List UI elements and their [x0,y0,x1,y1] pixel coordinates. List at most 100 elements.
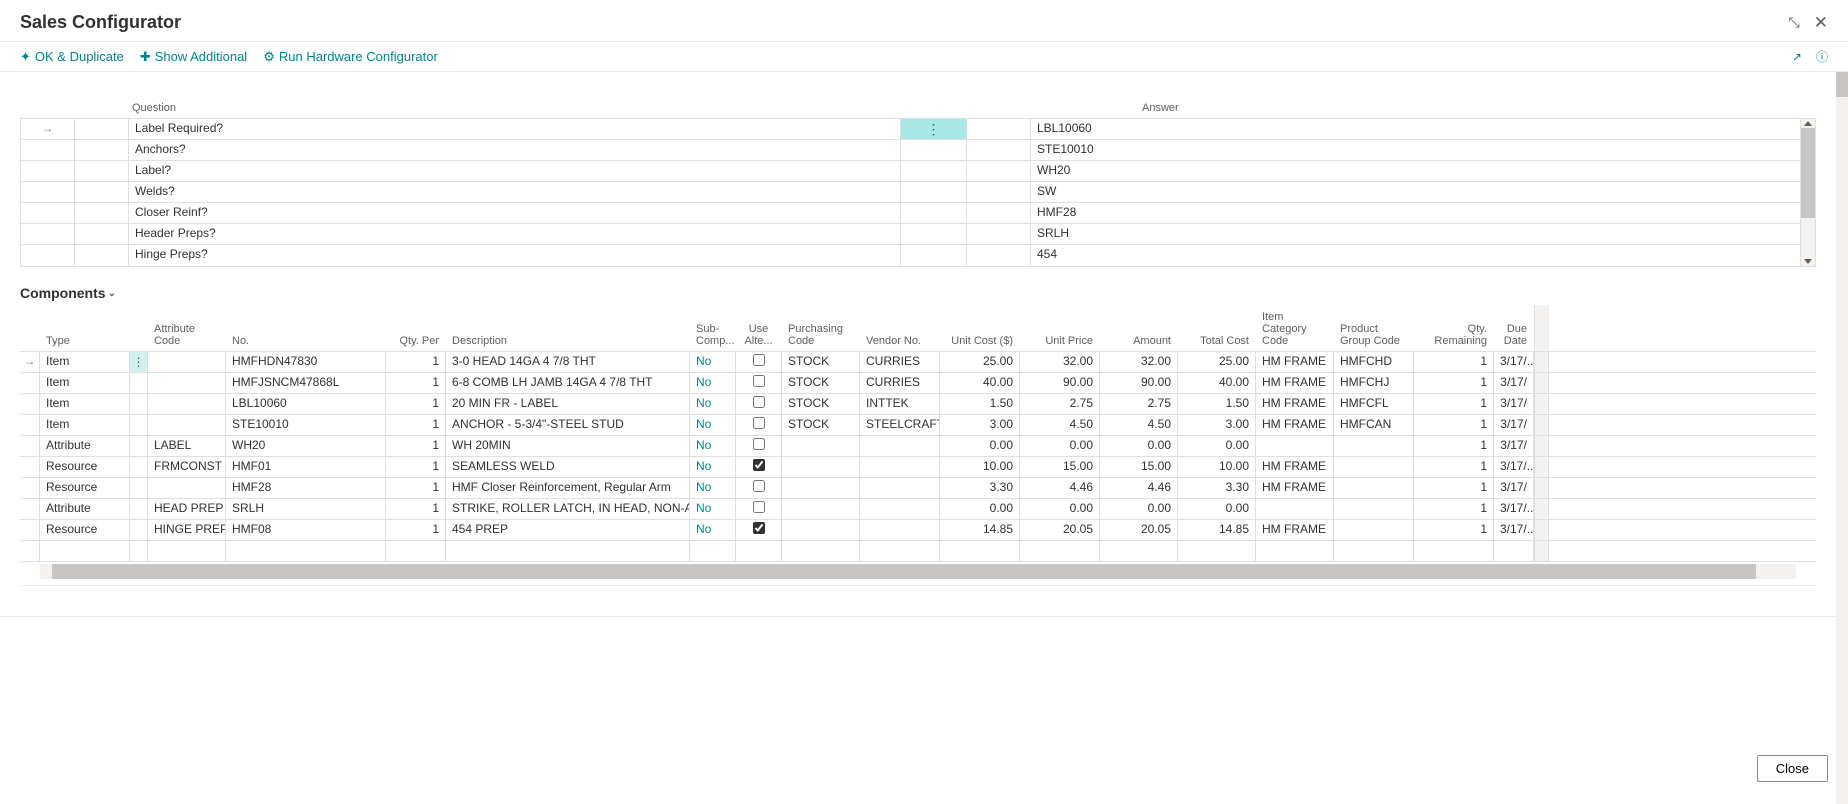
cell-type[interactable]: Item [40,394,130,414]
cell-subcomp[interactable]: No [690,352,736,372]
cell-qtyrem[interactable]: 1 [1414,499,1494,519]
cell-subcomp[interactable]: No [690,436,736,456]
cell-qtyrem[interactable]: 1 [1414,436,1494,456]
cell-unitprice[interactable]: 4.50 [1020,415,1100,435]
cell-qty[interactable]: 1 [386,415,446,435]
cell-no[interactable]: HMF08 [226,520,386,540]
question-row[interactable]: Welds?SW [21,182,1800,203]
row-options[interactable] [901,161,967,181]
cell-unitcost[interactable]: 14.85 [940,520,1020,540]
use-alternate-checkbox[interactable] [753,396,765,408]
cell-subcomp[interactable]: No [690,415,736,435]
answer-text[interactable]: STE10010 [1031,140,1800,160]
cell-totcost[interactable]: 0.00 [1178,499,1256,519]
cell-vendor[interactable] [860,541,940,561]
answer-text[interactable]: HMF28 [1031,203,1800,223]
cell-vendor[interactable]: CURRIES [860,352,940,372]
answer-text[interactable]: LBL10060 [1031,119,1800,139]
cell-amount[interactable] [1100,541,1178,561]
cell-qtyrem[interactable]: 1 [1414,457,1494,477]
question-row[interactable]: Anchors?STE10010 [21,140,1800,161]
info-icon[interactable]: ⓘ [1816,48,1828,65]
component-row[interactable]: ResourceHMF281HMF Closer Reinforcement, … [20,478,1816,499]
use-alternate-checkbox[interactable] [753,480,765,492]
cell-purch[interactable] [782,436,860,456]
row-options[interactable] [901,203,967,223]
cell-subcomp[interactable]: No [690,457,736,477]
cell-vendor[interactable] [860,457,940,477]
cell-prodgrp[interactable] [1334,520,1414,540]
use-alternate-checkbox[interactable] [753,375,765,387]
cell-due[interactable]: 3/17/... [1494,352,1534,372]
component-row[interactable]: AttributeHEAD PREPSRLH1STRIKE, ROLLER LA… [20,499,1816,520]
cell-prodgrp[interactable]: HMFCAN [1334,415,1414,435]
answer-text[interactable]: 454 [1031,245,1800,266]
cell-amount[interactable]: 4.50 [1100,415,1178,435]
use-alternate-checkbox[interactable] [753,459,765,471]
cell-due[interactable]: 3/17/ [1494,478,1534,498]
cell-unitprice[interactable]: 90.00 [1020,373,1100,393]
cell-desc[interactable]: 6-8 COMB LH JAMB 14GA 4 7/8 THT [446,373,690,393]
cell-desc[interactable]: 20 MIN FR - LABEL [446,394,690,414]
cell-totcost[interactable] [1178,541,1256,561]
cell-desc[interactable]: 454 PREP [446,520,690,540]
row-options[interactable] [901,119,967,139]
col-sub[interactable]: Sub-Comp... [690,305,736,351]
cell-subcomp[interactable] [690,541,736,561]
cell-totcost[interactable]: 40.00 [1178,373,1256,393]
cell-qtyrem[interactable]: 1 [1414,520,1494,540]
components-section-toggle[interactable]: Components ⌄ [20,285,1816,301]
cell-amount[interactable]: 20.05 [1100,520,1178,540]
show-additional-button[interactable]: ✚ Show Additional [140,49,247,65]
cell-subcomp[interactable]: No [690,499,736,519]
cell-purch[interactable] [782,520,860,540]
cell-due[interactable] [1494,541,1534,561]
cell-subcomp[interactable]: No [690,520,736,540]
col-type[interactable]: Type [40,305,130,351]
cell-itemcat[interactable] [1256,499,1334,519]
cell-attr[interactable] [148,352,226,372]
cell-desc[interactable]: WH 20MIN [446,436,690,456]
collapse-icon[interactable]: ⤡ [1789,14,1800,31]
col-qtyrem[interactable]: Qty. Remaining [1414,305,1494,351]
row-options[interactable] [130,478,148,498]
use-alternate-checkbox[interactable] [753,438,765,450]
cell-type[interactable] [40,541,130,561]
cell-no[interactable]: HMFJSNCM47868L [226,373,386,393]
cell-attr[interactable]: FRMCONST [148,457,226,477]
cell-itemcat[interactable]: HM FRAME [1256,457,1334,477]
cell-attr[interactable] [148,394,226,414]
col-itemcat[interactable]: Item Category Code [1256,305,1334,351]
cell-amount[interactable]: 15.00 [1100,457,1178,477]
cell-attr[interactable] [148,541,226,561]
cell-prodgrp[interactable]: HMFCHJ [1334,373,1414,393]
cell-qty[interactable]: 1 [386,352,446,372]
cell-itemcat[interactable] [1256,436,1334,456]
cell-qtyrem[interactable]: 1 [1414,415,1494,435]
question-row[interactable]: Label?WH20 [21,161,1800,182]
cell-totcost[interactable]: 3.00 [1178,415,1256,435]
cell-vendor[interactable] [860,478,940,498]
run-hardware-configurator-button[interactable]: ⚙ Run Hardware Configurator [263,49,438,65]
share-icon[interactable]: ↗ [1792,50,1802,64]
cell-itemcat[interactable]: HM FRAME [1256,352,1334,372]
cell-qty[interactable]: 1 [386,394,446,414]
cell-totcost[interactable]: 10.00 [1178,457,1256,477]
cell-unitprice[interactable]: 20.05 [1020,520,1100,540]
grid-horizontal-scrollbar[interactable] [40,564,1796,579]
cell-no[interactable]: HMF28 [226,478,386,498]
ok-duplicate-button[interactable]: ✦ OK & Duplicate [20,49,124,65]
cell-totcost[interactable]: 1.50 [1178,394,1256,414]
col-due[interactable]: Due Date [1494,305,1534,351]
cell-qtyrem[interactable] [1414,541,1494,561]
cell-amount[interactable]: 90.00 [1100,373,1178,393]
cell-due[interactable]: 3/17/ [1494,394,1534,414]
cell-attr[interactable] [148,415,226,435]
cell-purch[interactable] [782,457,860,477]
cell-itemcat[interactable]: HM FRAME [1256,373,1334,393]
cell-vendor[interactable]: INTTEK [860,394,940,414]
col-question[interactable]: Question [128,102,1008,118]
cell-desc[interactable]: ANCHOR - 5-3/4"-STEEL STUD [446,415,690,435]
cell-due[interactable]: 3/17/... [1494,520,1534,540]
use-alternate-checkbox[interactable] [753,522,765,534]
